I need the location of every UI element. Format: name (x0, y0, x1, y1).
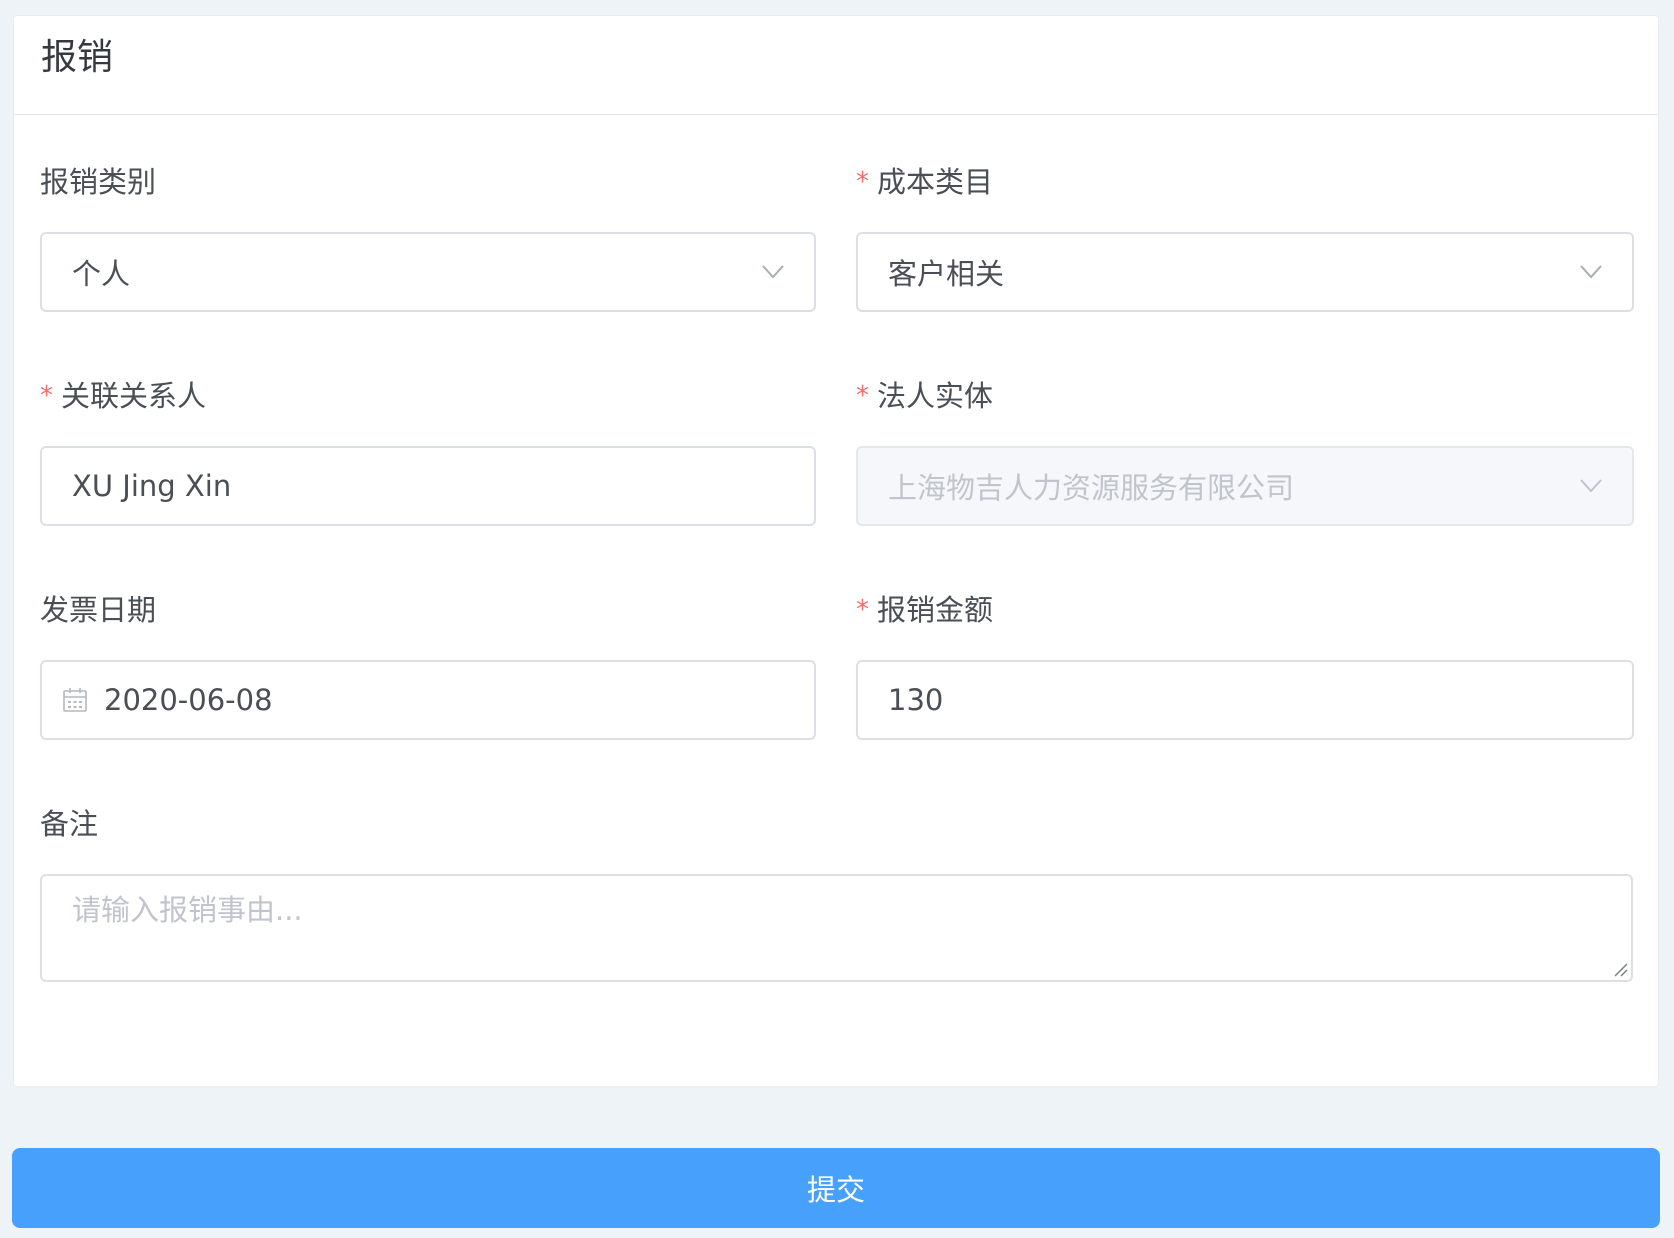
remark-placeholder: 请输入报销事由... (72, 893, 303, 927)
invoice-date-picker[interactable]: 2020-06-08 (40, 660, 816, 740)
amount-label: * 报销金额 (856, 593, 994, 627)
required-asterisk: * (856, 167, 869, 197)
contact-input[interactable]: XU Jing Xin (40, 446, 816, 526)
submit-button[interactable]: 提交 (12, 1148, 1660, 1228)
calendar-icon (63, 688, 87, 712)
category-select[interactable]: 个人 (40, 232, 816, 312)
cost-item-select[interactable]: 客户相关 (856, 232, 1634, 312)
cost-item-value: 客户相关 (888, 257, 1005, 291)
amount-input[interactable]: 130 (856, 660, 1634, 740)
contact-label: * 关联关系人 (40, 379, 207, 413)
resize-grip-icon[interactable] (1612, 961, 1628, 977)
amount-value: 130 (888, 683, 944, 717)
remark-textarea[interactable]: 请输入报销事由... (40, 874, 1633, 982)
entity-label: * 法人实体 (856, 379, 994, 413)
required-asterisk: * (856, 381, 869, 411)
remark-label: 备注 (40, 807, 99, 841)
entity-select: 上海物吉人力资源服务有限公司 (856, 446, 1634, 526)
page-title: 报销 (41, 37, 114, 78)
entity-value: 上海物吉人力资源服务有限公司 (888, 471, 1295, 505)
invoice-date-value: 2020-06-08 (104, 683, 273, 717)
category-label: 报销类别 (40, 165, 157, 199)
category-value: 个人 (72, 257, 131, 291)
chevron-down-icon (1580, 479, 1602, 493)
chevron-down-icon (1580, 265, 1602, 279)
invoice-date-label: 发票日期 (40, 593, 157, 627)
cost-item-label: * 成本类目 (856, 165, 994, 199)
required-asterisk: * (856, 595, 869, 625)
card-header: 报销 (14, 16, 1658, 115)
contact-value: XU Jing Xin (72, 469, 232, 503)
required-asterisk: * (40, 381, 53, 411)
chevron-down-icon (762, 265, 784, 279)
